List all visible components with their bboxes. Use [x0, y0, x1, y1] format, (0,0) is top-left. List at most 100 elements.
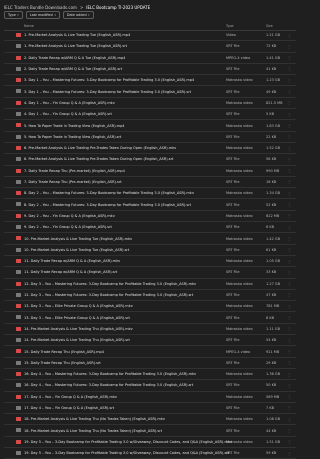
more-actions-icon[interactable]: ⋮ — [287, 315, 291, 320]
file-row[interactable]: 9. Day 2 – You – Yin Group Q & A (Englis… — [4, 222, 296, 234]
more-actions-icon[interactable]: ⋮ — [287, 179, 291, 184]
file-name: 18. Pre-Market Analysis & Live Trading T… — [24, 428, 163, 433]
more-actions-icon[interactable]: ⋮ — [287, 44, 291, 49]
file-row[interactable]: 7. Daily Trade Recap Thu (Pre-market) (E… — [4, 166, 296, 177]
file-type: SRT File — [226, 67, 240, 72]
more-actions-icon[interactable]: ⋮ — [287, 259, 291, 264]
more-actions-icon[interactable]: ⋮ — [287, 281, 291, 286]
file-size: 33 KB — [266, 270, 277, 275]
file-row[interactable]: 18. Pre-Market Analysis & Live Trading T… — [4, 414, 296, 426]
file-row[interactable]: 5. How To Paper Trade in Trading View (E… — [4, 120, 296, 132]
file-name: 9. Day 2 – You – Yin Group Q & A (Englis… — [24, 225, 112, 230]
more-actions-icon[interactable]: ⋮ — [287, 112, 291, 117]
more-actions-icon[interactable]: ⋮ — [287, 439, 291, 444]
more-actions-icon[interactable]: ⋮ — [287, 394, 291, 399]
file-row[interactable]: 8. Day 2 – You – Mastering Futures: 3-Da… — [4, 199, 296, 211]
file-row[interactable]: 11. Daily Trade Recap w/ARM Q & A (Engli… — [4, 267, 296, 279]
file-row[interactable]: 3. Day 1 – You – Mastering Futures: 3-Da… — [4, 86, 296, 98]
more-actions-icon[interactable]: ⋮ — [287, 191, 291, 196]
more-actions-icon[interactable]: ⋮ — [287, 349, 291, 354]
more-actions-icon[interactable]: ⋮ — [287, 270, 291, 275]
file-row[interactable]: 17. Day 4 – You – Yin Group Q & A (Engli… — [4, 392, 296, 403]
file-row[interactable]: 13. Day 3 – You – Elite Private Group Q … — [4, 312, 296, 324]
more-actions-icon[interactable]: ⋮ — [287, 405, 291, 410]
more-actions-icon[interactable]: ⋮ — [287, 360, 291, 365]
file-row[interactable]: 5. How To Paper Trade in Trading View (E… — [4, 132, 296, 143]
more-actions-icon[interactable]: ⋮ — [287, 428, 291, 433]
more-actions-icon[interactable]: ⋮ — [287, 123, 291, 128]
file-row[interactable]: 16. Day 4 – You – Mastering Futures: 3-D… — [4, 380, 296, 392]
filter-type[interactable]: Type ▾ — [4, 11, 23, 19]
file-name: 8. Day 2 – You – Mastering Futures: 3-Da… — [24, 202, 192, 207]
file-row[interactable]: 15. Daily Trade Recap Thu (English_ASR).… — [4, 358, 296, 369]
file-name: 7. Daily Trade Recap Thu (Pre-market) (E… — [24, 168, 125, 173]
filter-last-modified[interactable]: Last modified ▾ — [25, 11, 60, 19]
more-actions-icon[interactable]: ⋮ — [287, 168, 291, 173]
chevron-down-icon: ▾ — [17, 13, 19, 17]
file-row[interactable]: 11. Daily Trade Recap w/ARM Q & A (Engli… — [4, 256, 296, 268]
file-row[interactable]: 15. Daily Trade Recap Thu (English_ASR).… — [4, 346, 296, 358]
file-row[interactable]: 1. Pre-Market Analysis & Live Trading Tu… — [4, 30, 296, 42]
more-actions-icon[interactable]: ⋮ — [287, 55, 291, 60]
column-header-owner[interactable]: Type — [226, 24, 234, 28]
more-actions-icon[interactable]: ⋮ — [287, 134, 291, 139]
file-row[interactable]: 3. Day 1 – You – Mastering Futures: 3-Da… — [4, 75, 296, 87]
file-row[interactable]: 10. Pre-Market Analysis & Live Trading T… — [4, 233, 296, 245]
file-row[interactable]: 19. Day 5 – You – 3-Day Bootcamp for Pro… — [4, 437, 296, 448]
file-size: 821.5 MB — [266, 100, 283, 105]
file-row[interactable]: 7. Daily Trade Recap Thu (Pre-market) (E… — [4, 177, 296, 189]
more-actions-icon[interactable]: ⋮ — [287, 292, 291, 297]
file-row[interactable]: 18. Pre-Market Analysis & Live Trading T… — [4, 425, 296, 437]
file-row[interactable]: 10. Pre-Market Analysis & Live Trading T… — [4, 245, 296, 256]
column-header-size[interactable]: Size — [266, 24, 273, 28]
file-row[interactable]: 19. Day 5 – You – 3-Day Bootcamp for Pro… — [4, 448, 296, 459]
more-actions-icon[interactable]: ⋮ — [287, 247, 291, 252]
more-actions-icon[interactable]: ⋮ — [287, 451, 291, 456]
file-row[interactable]: 17. Day 4 – You – Yin Group Q & A (Engli… — [4, 403, 296, 415]
more-actions-icon[interactable]: ⋮ — [287, 100, 291, 105]
breadcrumb-current[interactable]: IELC Bootcamp TI-2023 UPDATE — [86, 5, 150, 10]
file-row[interactable]: 13. Day 3 – You – Elite Private Group Q … — [4, 301, 296, 313]
file-size: 52 KB — [266, 202, 277, 207]
more-actions-icon[interactable]: ⋮ — [287, 78, 291, 83]
more-actions-icon[interactable]: ⋮ — [287, 157, 291, 162]
file-row[interactable]: 9. Day 2 – You – Yin Group Q & A (Englis… — [4, 211, 296, 223]
file-type: Matroska video — [226, 213, 253, 218]
more-actions-icon[interactable]: ⋮ — [287, 33, 291, 38]
file-row[interactable]: 2. Daily Trade Recap w/ARM Q & A Tue (En… — [4, 53, 296, 64]
file-row[interactable]: 6. Pre-Market Analysis & Live Trading Pr… — [4, 154, 296, 166]
file-row[interactable]: 4. Day 1 – You – Yin Group Q & A (Englis… — [4, 109, 296, 121]
filter-date-added[interactable]: Date added ▾ — [62, 11, 94, 19]
more-actions-icon[interactable]: ⋮ — [287, 383, 291, 388]
file-row[interactable]: 12. Day 3 – You – Mastering Futures: 3-D… — [4, 290, 296, 302]
file-row[interactable]: 2. Daily Trade Recap w/ARM Q & A Tue (En… — [4, 64, 296, 76]
more-actions-icon[interactable]: ⋮ — [287, 304, 291, 309]
more-actions-icon[interactable]: ⋮ — [287, 225, 291, 230]
file-row[interactable]: 4. Day 1 – You – Yin Group Q & A (Englis… — [4, 98, 296, 110]
more-actions-icon[interactable]: ⋮ — [287, 146, 291, 151]
more-actions-icon[interactable]: ⋮ — [287, 417, 291, 422]
file-type: Matroska video — [226, 326, 253, 331]
more-actions-icon[interactable]: ⋮ — [287, 338, 291, 343]
video-file-icon — [16, 78, 21, 83]
more-actions-icon[interactable]: ⋮ — [287, 372, 291, 377]
file-row[interactable]: 12. Day 3 – You – Mastering Futures: 3-D… — [4, 279, 296, 290]
more-actions-icon[interactable]: ⋮ — [287, 236, 291, 241]
file-row[interactable]: 6. Pre-Market Analysis & Live Trading Pr… — [4, 143, 296, 155]
file-type: Matroska video — [226, 281, 253, 286]
more-actions-icon[interactable]: ⋮ — [287, 202, 291, 207]
more-actions-icon[interactable]: ⋮ — [287, 326, 291, 331]
file-size: 1.21 GB — [266, 33, 281, 38]
file-row[interactable]: 14. Pre-Market Analysis & Live Trading T… — [4, 324, 296, 336]
breadcrumb-root[interactable]: IELC Traders Bundle Downloads.com — [4, 5, 77, 10]
file-row[interactable]: 14. Pre-Market Analysis & Live Trading T… — [4, 335, 296, 347]
file-row[interactable]: 8. Day 2 – You – Mastering Futures: 3-Da… — [4, 188, 296, 200]
more-actions-icon[interactable]: ⋮ — [287, 66, 291, 71]
file-size: 5 KB — [266, 112, 275, 117]
chevron-down-icon: ▾ — [88, 13, 90, 17]
file-row[interactable]: 16. Day 4 – You – Mastering Futures: 3-D… — [4, 369, 296, 381]
more-actions-icon[interactable]: ⋮ — [287, 89, 291, 94]
more-actions-icon[interactable]: ⋮ — [287, 213, 291, 218]
column-header-name[interactable]: Name — [24, 24, 34, 28]
file-row[interactable]: 1. Pre-Market Analysis & Live Trading Tu… — [4, 41, 296, 53]
